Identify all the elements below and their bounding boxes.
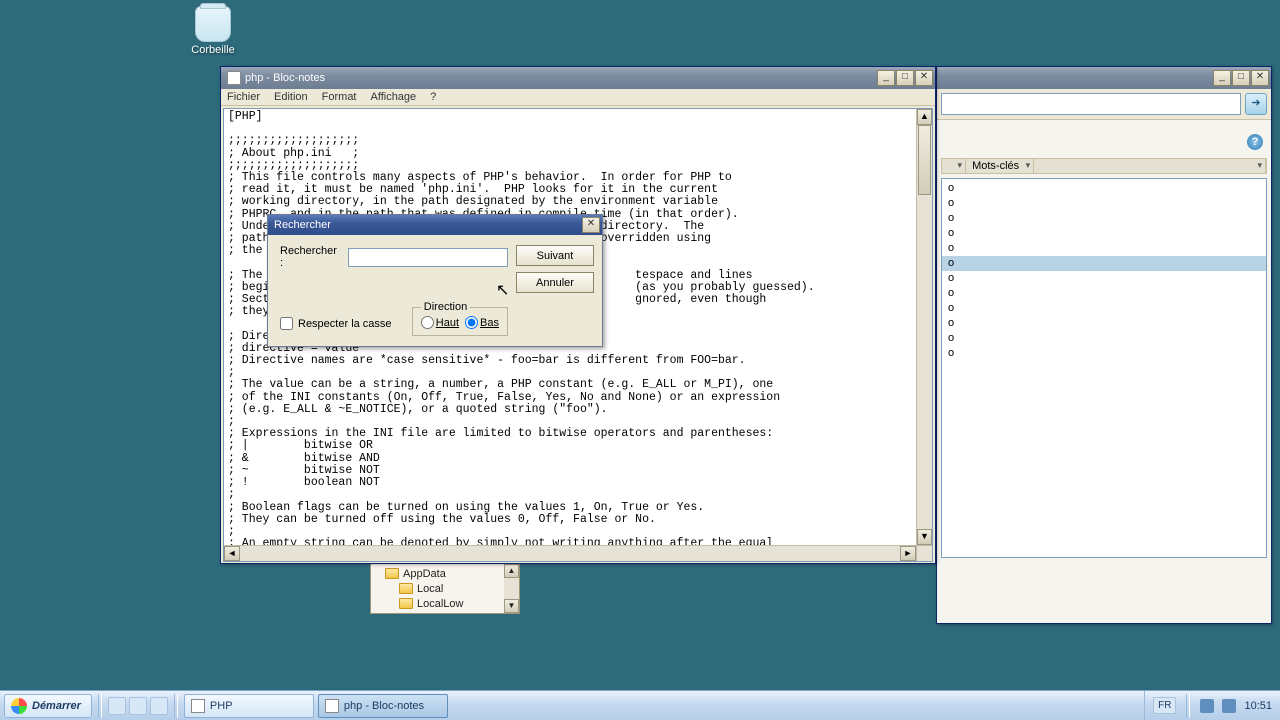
scroll-right-button[interactable]: ► bbox=[900, 546, 916, 561]
quick-launch-desktop-icon[interactable] bbox=[108, 697, 126, 715]
notepad-menubar: Fichier Edition Format Affichage ? bbox=[221, 89, 935, 106]
task-icon bbox=[191, 699, 205, 713]
clock[interactable]: 10:51 bbox=[1244, 700, 1272, 712]
scroll-thumb[interactable] bbox=[918, 125, 931, 195]
filter-dropdown-keywords[interactable]: Mots-clés bbox=[966, 159, 1034, 173]
task-label: PHP bbox=[210, 700, 233, 712]
tree-label: Local bbox=[417, 583, 443, 595]
desktop-icon-recycle-bin[interactable]: Corbeille bbox=[178, 6, 248, 56]
start-label: Démarrer bbox=[32, 700, 81, 712]
folder-tree[interactable]: AppData Local LocalLow ▲ ▼ bbox=[370, 563, 520, 614]
list-item[interactable]: o bbox=[942, 241, 1266, 256]
list-item[interactable]: o bbox=[942, 316, 1266, 331]
quick-launch-ie-icon[interactable] bbox=[150, 697, 168, 715]
scroll-down-button[interactable]: ▼ bbox=[917, 529, 932, 545]
filter-dropdown-2[interactable] bbox=[1034, 159, 1266, 173]
quick-launch-explorer-icon[interactable] bbox=[129, 697, 147, 715]
system-tray: FR 10:51 bbox=[1144, 691, 1280, 720]
maximize-button[interactable]: □ bbox=[1232, 70, 1250, 86]
help-icon[interactable]: ? bbox=[1247, 134, 1263, 150]
list-item[interactable]: o bbox=[942, 196, 1266, 211]
separator bbox=[98, 694, 102, 718]
menu-help[interactable]: ? bbox=[430, 91, 436, 103]
tree-label: LocalLow bbox=[417, 598, 463, 610]
list-item[interactable]: o bbox=[942, 346, 1266, 361]
list-item[interactable]: o bbox=[942, 211, 1266, 226]
find-titlebar[interactable]: Rechercher ✕ bbox=[268, 215, 602, 235]
direction-down-radio[interactable] bbox=[465, 316, 478, 329]
list-item[interactable]: o bbox=[942, 256, 1266, 271]
background-window-titlebar[interactable]: _ □ ✕ bbox=[937, 67, 1271, 89]
task-label: php - Bloc-notes bbox=[344, 700, 424, 712]
list-item[interactable]: o bbox=[942, 271, 1266, 286]
menu-format[interactable]: Format bbox=[322, 91, 357, 103]
find-next-button[interactable]: Suivant bbox=[516, 245, 594, 266]
tray-icon[interactable] bbox=[1200, 699, 1214, 713]
background-window: _ □ ✕ ➜ ? Mots-clés oooooooooooo bbox=[936, 66, 1272, 624]
find-label: Rechercher : bbox=[280, 245, 342, 269]
start-button[interactable]: Démarrer bbox=[4, 694, 92, 718]
direction-group: Direction Haut Bas bbox=[412, 301, 508, 336]
taskbar-task-php[interactable]: PHP bbox=[184, 694, 314, 718]
folder-icon bbox=[399, 583, 413, 594]
results-list[interactable]: oooooooooooo bbox=[941, 178, 1267, 558]
list-item[interactable]: o bbox=[942, 181, 1266, 196]
close-button[interactable]: ✕ bbox=[1251, 70, 1269, 86]
close-button[interactable]: ✕ bbox=[915, 70, 933, 86]
folder-icon bbox=[385, 568, 399, 579]
vertical-scrollbar[interactable]: ▲ ▼ bbox=[916, 109, 932, 545]
maximize-button[interactable]: □ bbox=[896, 70, 914, 86]
scroll-up-button[interactable]: ▲ bbox=[504, 564, 519, 578]
tree-item: AppData bbox=[385, 566, 515, 581]
language-indicator[interactable]: FR bbox=[1153, 697, 1176, 714]
menu-edit[interactable]: Edition bbox=[274, 91, 308, 103]
search-go-button[interactable]: ➜ bbox=[1245, 93, 1267, 115]
cancel-button[interactable]: Annuler bbox=[516, 272, 594, 293]
notepad-icon bbox=[227, 71, 241, 85]
minimize-button[interactable]: _ bbox=[877, 70, 895, 86]
separator bbox=[1186, 694, 1190, 718]
find-dialog: Rechercher ✕ Rechercher : Suivant Annule… bbox=[267, 214, 603, 347]
direction-up-option[interactable]: Haut bbox=[421, 316, 459, 329]
list-item[interactable]: o bbox=[942, 331, 1266, 346]
direction-up-radio[interactable] bbox=[421, 316, 434, 329]
match-case-checkbox[interactable] bbox=[280, 317, 293, 330]
menu-view[interactable]: Affichage bbox=[371, 91, 417, 103]
find-title: Rechercher bbox=[274, 219, 582, 231]
horizontal-scrollbar[interactable]: ◄ ► bbox=[224, 545, 916, 561]
task-icon bbox=[325, 699, 339, 713]
separator bbox=[174, 694, 178, 718]
recycle-bin-label: Corbeille bbox=[191, 44, 234, 56]
scroll-up-button[interactable]: ▲ bbox=[917, 109, 932, 125]
start-orb-icon bbox=[11, 698, 27, 714]
tray-icon[interactable] bbox=[1222, 699, 1236, 713]
taskbar-task-notepad[interactable]: php - Bloc-notes bbox=[318, 694, 448, 718]
scroll-left-button[interactable]: ◄ bbox=[224, 546, 240, 561]
direction-legend: Direction bbox=[421, 301, 470, 313]
tree-item: Local bbox=[385, 581, 515, 596]
tree-label: AppData bbox=[403, 568, 446, 580]
close-button[interactable]: ✕ bbox=[582, 217, 600, 233]
menu-file[interactable]: Fichier bbox=[227, 91, 260, 103]
tree-item: LocalLow bbox=[385, 596, 515, 611]
direction-down-option[interactable]: Bas bbox=[465, 316, 499, 329]
match-case-label: Respecter la casse bbox=[298, 318, 392, 330]
search-input[interactable] bbox=[941, 93, 1241, 115]
taskbar: Démarrer PHP php - Bloc-notes FR 10:51 bbox=[0, 690, 1280, 720]
quick-launch bbox=[104, 697, 172, 715]
notepad-title: php - Bloc-notes bbox=[245, 72, 877, 84]
minimize-button[interactable]: _ bbox=[1213, 70, 1231, 86]
find-input[interactable] bbox=[348, 248, 508, 267]
recycle-bin-icon bbox=[195, 6, 231, 42]
list-item[interactable]: o bbox=[942, 286, 1266, 301]
scroll-down-button[interactable]: ▼ bbox=[504, 599, 519, 613]
resize-grip[interactable] bbox=[916, 545, 932, 561]
list-item[interactable]: o bbox=[942, 226, 1266, 241]
filter-bar: Mots-clés bbox=[941, 158, 1267, 174]
list-item[interactable]: o bbox=[942, 301, 1266, 316]
filter-dropdown-1[interactable] bbox=[942, 159, 966, 173]
notepad-titlebar[interactable]: php - Bloc-notes _ □ ✕ bbox=[221, 67, 935, 89]
folder-icon bbox=[399, 598, 413, 609]
